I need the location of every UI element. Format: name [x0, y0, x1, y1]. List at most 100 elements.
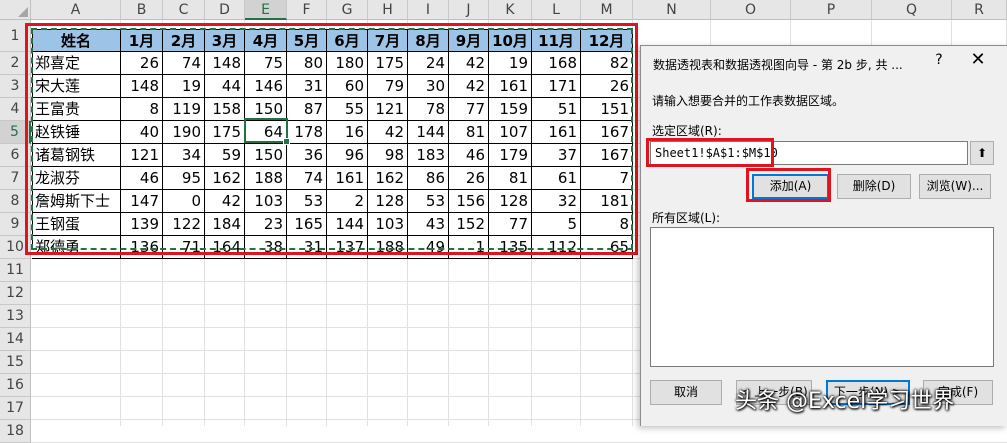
value-cell[interactable]: 175 [368, 52, 408, 75]
value-cell[interactable]: 159 [489, 98, 532, 121]
value-cell[interactable]: 60 [327, 75, 368, 98]
value-cell[interactable]: 19 [163, 75, 205, 98]
value-cell[interactable]: 30 [408, 75, 449, 98]
value-cell[interactable]: 96 [327, 144, 368, 167]
value-cell[interactable]: 74 [287, 167, 327, 190]
name-cell[interactable]: 宋大莲 [32, 75, 121, 98]
value-cell[interactable]: 119 [163, 98, 205, 121]
row-header-7[interactable]: 7 [0, 167, 31, 190]
value-cell[interactable]: 34 [163, 144, 205, 167]
value-cell[interactable]: 150 [245, 144, 287, 167]
row-header-13[interactable]: 13 [0, 305, 31, 328]
value-cell[interactable]: 136 [121, 236, 163, 259]
table-header-cell[interactable]: 3月 [205, 30, 245, 52]
value-cell[interactable]: 188 [245, 167, 287, 190]
column-header-a[interactable]: A [31, 0, 121, 20]
column-header-q[interactable]: Q [872, 0, 952, 20]
value-cell[interactable]: 23 [245, 213, 287, 236]
name-cell[interactable]: 詹姆斯下士 [32, 190, 121, 213]
value-cell[interactable]: 190 [163, 121, 205, 144]
value-cell[interactable]: 78 [408, 98, 449, 121]
value-cell[interactable]: 46 [121, 167, 163, 190]
value-cell[interactable]: 8 [121, 98, 163, 121]
value-cell[interactable]: 42 [368, 121, 408, 144]
value-cell[interactable]: 77 [489, 213, 532, 236]
column-header-l[interactable]: L [532, 0, 581, 20]
table-header-cell[interactable]: 2月 [163, 30, 205, 52]
table-header-cell[interactable]: 4月 [245, 30, 287, 52]
help-icon[interactable]: ? [929, 52, 949, 68]
row-header-11[interactable]: 11 [0, 259, 31, 282]
value-cell[interactable]: 16 [327, 121, 368, 144]
value-cell[interactable]: 79 [368, 75, 408, 98]
column-header-g[interactable]: G [327, 0, 368, 20]
value-cell[interactable]: 95 [163, 167, 205, 190]
name-cell[interactable]: 龙淑芬 [32, 167, 121, 190]
name-cell[interactable]: 诸葛钢铁 [32, 144, 121, 167]
value-cell[interactable]: 148 [121, 75, 163, 98]
value-cell[interactable]: 42 [205, 190, 245, 213]
value-cell[interactable]: 167 [581, 144, 633, 167]
value-cell[interactable]: 180 [327, 52, 368, 75]
value-cell[interactable]: 147 [121, 190, 163, 213]
row-header-15[interactable]: 15 [0, 351, 31, 374]
value-cell[interactable]: 162 [205, 167, 245, 190]
row-header-3[interactable]: 3 [0, 75, 31, 98]
value-cell[interactable]: 0 [163, 190, 205, 213]
value-cell[interactable]: 26 [449, 167, 489, 190]
value-cell[interactable]: 179 [489, 144, 532, 167]
collapse-dialog-icon[interactable]: ⬆ [970, 141, 994, 165]
name-cell[interactable]: 郑德勇 [32, 236, 121, 259]
column-header-k[interactable]: K [489, 0, 532, 20]
value-cell[interactable]: 121 [121, 144, 163, 167]
value-cell[interactable]: 8 [581, 213, 633, 236]
value-cell[interactable]: 137 [327, 236, 368, 259]
value-cell[interactable]: 98 [368, 144, 408, 167]
value-cell[interactable]: 49 [408, 236, 449, 259]
column-header-i[interactable]: I [408, 0, 449, 20]
value-cell[interactable]: 43 [408, 213, 449, 236]
value-cell[interactable]: 161 [489, 75, 532, 98]
value-cell[interactable]: 55 [327, 98, 368, 121]
name-cell[interactable]: 王钢蛋 [32, 213, 121, 236]
value-cell[interactable]: 152 [449, 213, 489, 236]
value-cell[interactable]: 183 [408, 144, 449, 167]
value-cell[interactable]: 40 [121, 121, 163, 144]
value-cell[interactable]: 161 [532, 121, 581, 144]
finish-button[interactable]: 完成(F) [923, 380, 993, 405]
value-cell[interactable]: 53 [287, 190, 327, 213]
value-cell[interactable]: 151 [581, 98, 633, 121]
value-cell[interactable]: 162 [368, 167, 408, 190]
value-cell[interactable]: 164 [205, 236, 245, 259]
value-cell[interactable]: 171 [532, 75, 581, 98]
table-header-cell[interactable]: 8月 [408, 30, 449, 52]
value-cell[interactable]: 44 [205, 75, 245, 98]
value-cell[interactable]: 59 [205, 144, 245, 167]
row-header-5[interactable]: 5 [0, 121, 31, 144]
value-cell[interactable]: 32 [532, 190, 581, 213]
value-cell[interactable]: 36 [287, 144, 327, 167]
value-cell[interactable]: 156 [449, 190, 489, 213]
value-cell[interactable]: 46 [449, 144, 489, 167]
column-header-h[interactable]: H [368, 0, 408, 20]
table-header-cell[interactable]: 6月 [327, 30, 368, 52]
row-header-2[interactable]: 2 [0, 52, 31, 75]
value-cell[interactable]: 103 [245, 190, 287, 213]
value-cell[interactable]: 31 [287, 75, 327, 98]
value-cell[interactable]: 2 [327, 190, 368, 213]
value-cell[interactable]: 168 [532, 52, 581, 75]
browse-button[interactable]: 浏览(W)... [919, 174, 991, 199]
name-cell[interactable]: 王富贵 [32, 98, 121, 121]
value-cell[interactable]: 42 [449, 75, 489, 98]
row-header-14[interactable]: 14 [0, 328, 31, 351]
table-header-cell[interactable]: 11月 [532, 30, 581, 52]
value-cell[interactable]: 77 [449, 98, 489, 121]
table-header-cell[interactable]: 10月 [489, 30, 532, 52]
table-header-cell[interactable]: 12月 [581, 30, 633, 52]
value-cell[interactable]: 148 [205, 52, 245, 75]
select-all-corner[interactable] [0, 0, 31, 20]
value-cell[interactable]: 103 [368, 213, 408, 236]
value-cell[interactable]: 37 [532, 144, 581, 167]
value-cell[interactable]: 31 [287, 236, 327, 259]
value-cell[interactable]: 139 [121, 213, 163, 236]
